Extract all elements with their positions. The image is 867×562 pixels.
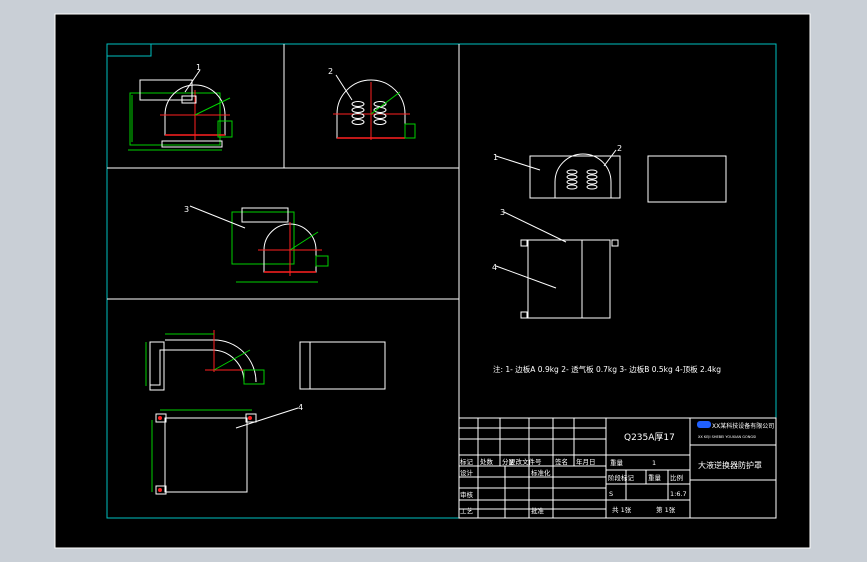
tb-standardize: 标准化 <box>531 468 551 477</box>
iso-callout-2: 2 <box>617 144 622 153</box>
iso-callout-3: 3 <box>500 208 505 217</box>
tb-review: 审核 <box>460 490 474 499</box>
iso-callout-4: 4 <box>492 263 497 272</box>
svg-text:签名: 签名 <box>555 457 568 466</box>
v3-callout: 3 <box>184 205 189 214</box>
tb-drawing-title: 大液逆换器防护罩 <box>698 460 762 470</box>
svg-text:更改文件号: 更改文件号 <box>509 457 542 466</box>
svg-text:处数: 处数 <box>480 457 494 466</box>
parts-note: 注: 1- 边板A 0.9kg 2- 透气板 0.7kg 3- 边板B 0.5k… <box>493 364 721 374</box>
v2-callout: 2 <box>328 67 333 76</box>
v4-callout: 4 <box>298 403 303 412</box>
iso-callout-1: 1 <box>493 153 498 162</box>
tb-weight2: 重量 <box>648 474 662 482</box>
tb-scale-label: 比例 <box>670 473 683 482</box>
tb-sheets-total: 共 1张 <box>612 505 632 514</box>
svg-text:标记: 标记 <box>460 457 474 466</box>
tb-material: Q235A厚17 <box>624 432 675 443</box>
tb-design: 设计 <box>460 468 474 477</box>
tb-s-mark: S <box>609 490 613 498</box>
tb-approve: 批准 <box>531 506 545 515</box>
svg-text:年月日: 年月日 <box>576 457 596 466</box>
drawing-sheet <box>54 13 811 549</box>
tb-rev-headers: 标记 处数 分区 更改文件号 签名 年月日 <box>460 457 596 466</box>
tb-weight-value: 1 <box>652 459 656 467</box>
cad-drawing-viewport: 1 2 3 4 1 2 3 4 注: 1- 边板A 0.9kg 2- 透气板 0… <box>54 13 811 549</box>
tb-company-sub: XX KEJI SHEBEI YOUXIAN GONGSI <box>698 435 756 439</box>
tb-sheet-no: 第 1张 <box>656 505 676 514</box>
company-logo <box>697 421 711 428</box>
tb-weight-label: 重量 <box>610 459 624 467</box>
tb-stage-mark: 阶段标记 <box>608 473 635 482</box>
tb-scale-value: 1:6.7 <box>670 490 687 498</box>
v1-callout: 1 <box>196 63 201 72</box>
tb-process: 工艺 <box>460 507 474 515</box>
tb-company: XX某科技设备有限公司 <box>712 422 774 430</box>
